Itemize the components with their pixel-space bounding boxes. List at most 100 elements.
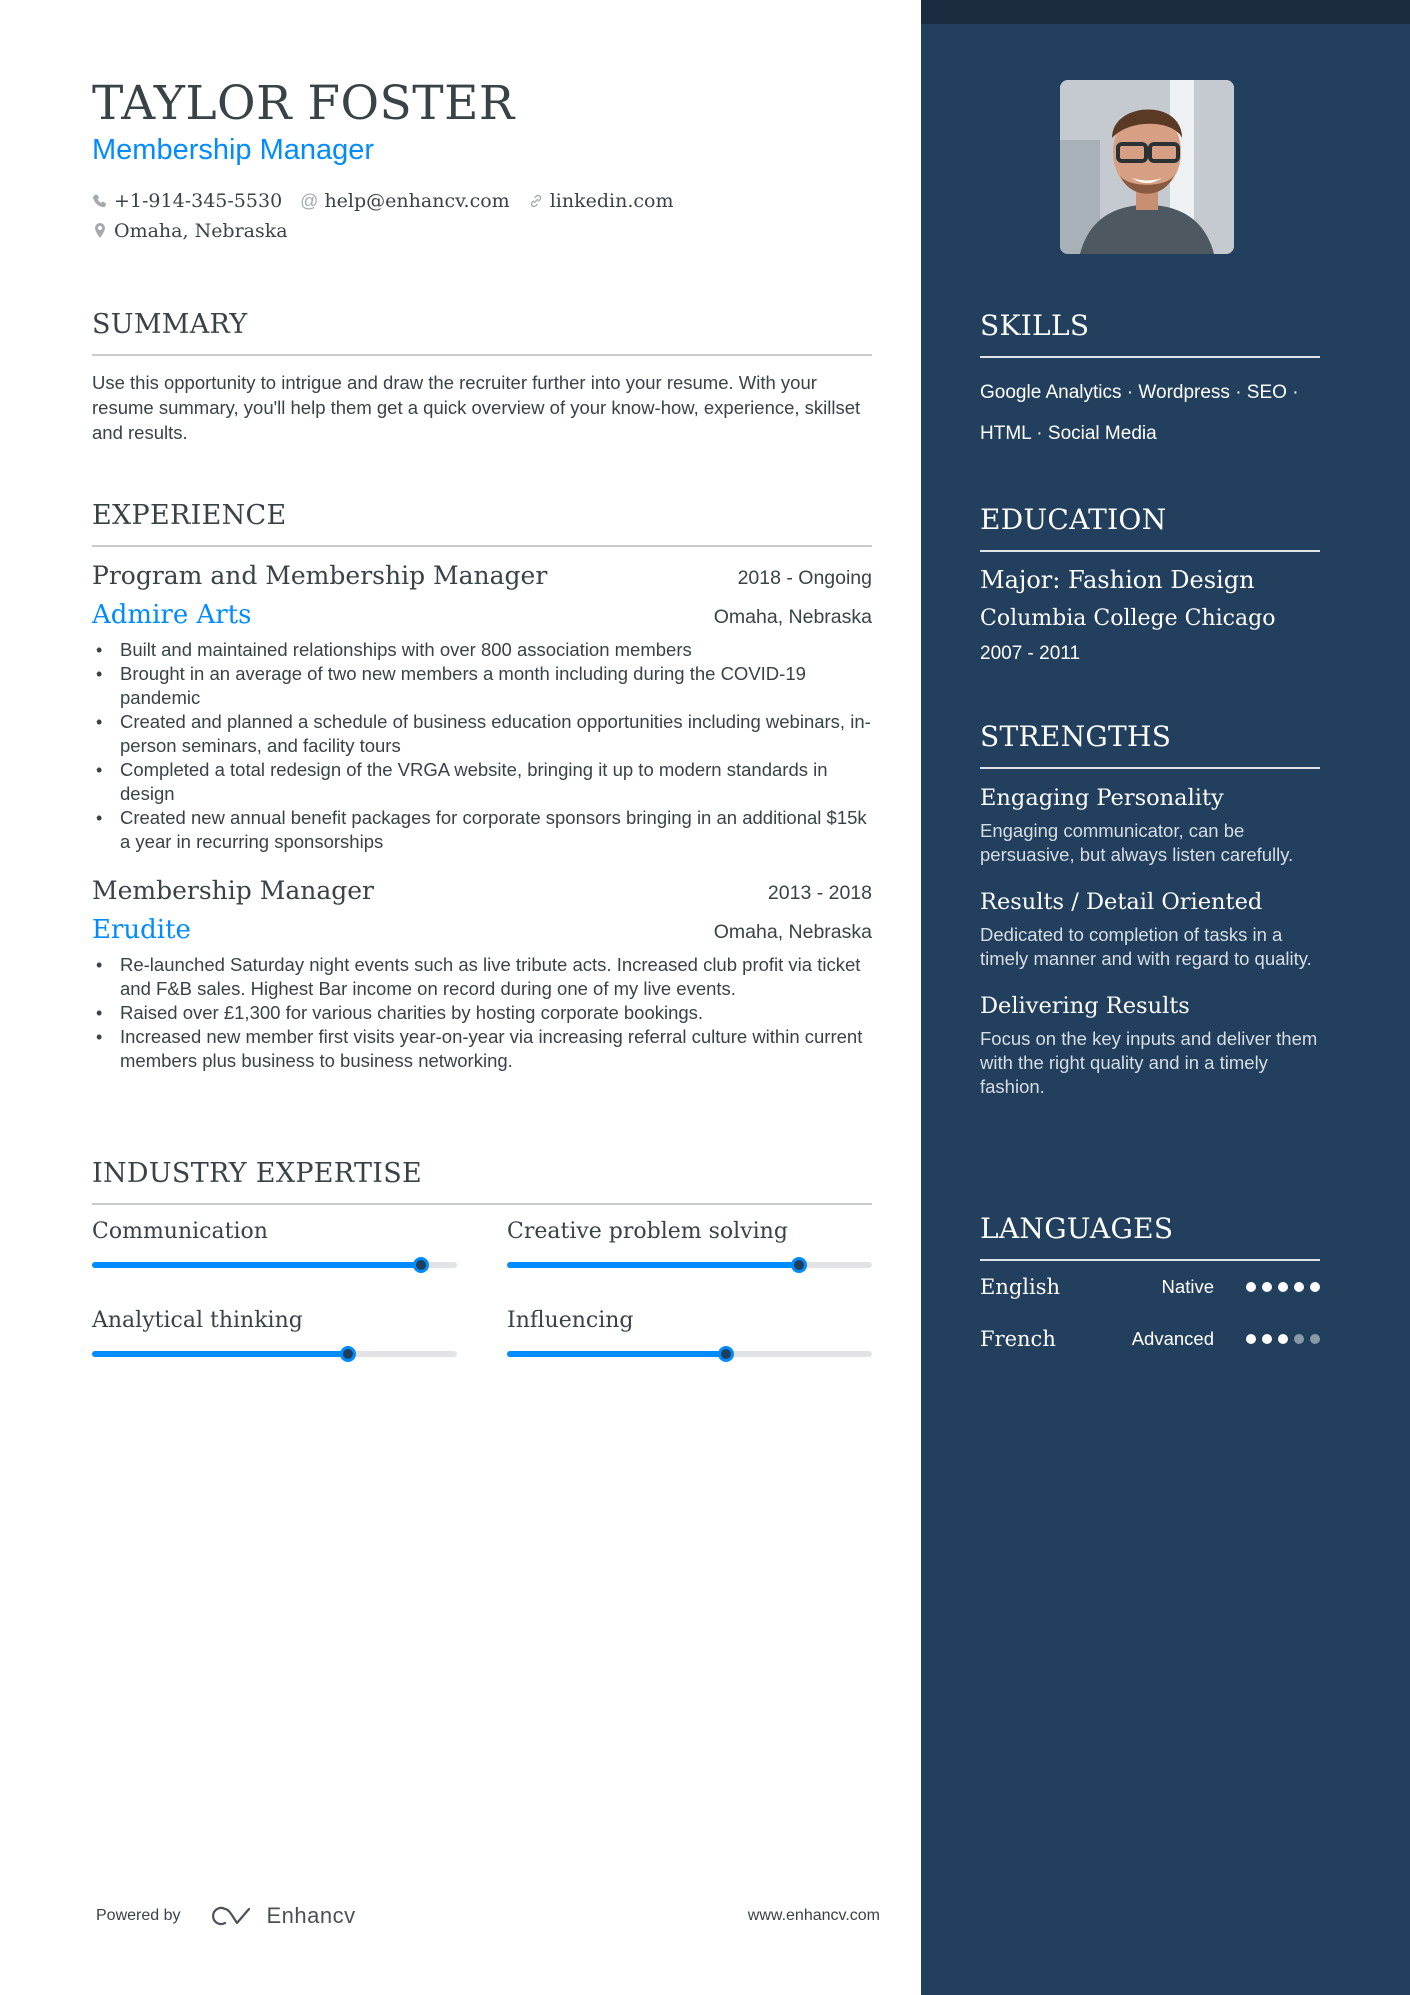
proficiency-dot-filled bbox=[1294, 1282, 1304, 1292]
powered-by-label: Powered by bbox=[96, 1907, 181, 1924]
location-text: Omaha, Nebraska bbox=[114, 220, 288, 242]
strength-desc: Focus on the key inputs and deliver them… bbox=[980, 1028, 1318, 1097]
slider-fill bbox=[92, 1351, 348, 1357]
expertise-item: Creative problem solving bbox=[507, 1219, 872, 1273]
strength-desc: Engaging communicator, can be persuasive… bbox=[980, 820, 1294, 865]
expertise-label: Analytical thinking bbox=[92, 1308, 303, 1333]
strengths-section: STRENGTHS Engaging Personality Engaging … bbox=[980, 720, 1320, 1099]
brand-name: Enhancv bbox=[266, 1903, 356, 1928]
expertise-slider bbox=[507, 1346, 872, 1362]
job-bullets: Built and maintained relationships with … bbox=[92, 638, 872, 854]
strength-item: Results / Detail Oriented Dedicated to c… bbox=[980, 889, 1320, 971]
slider-knob bbox=[412, 1257, 429, 1273]
strength-title: Engaging Personality bbox=[980, 785, 1224, 811]
slider-fill bbox=[92, 1262, 421, 1268]
languages-section: LANGUAGES English Native French Advanced bbox=[980, 1212, 1320, 1359]
email-text: help@enhancv.com bbox=[324, 190, 510, 212]
expertise-heading: INDUSTRY EXPERTISE bbox=[92, 1158, 872, 1205]
job-location: Omaha, Nebraska bbox=[713, 921, 872, 943]
skills-line: Google Analytics · Wordpress · SEO · bbox=[980, 382, 1299, 403]
experience-section: EXPERIENCE Program and Membership Manage… bbox=[92, 500, 872, 1073]
contact-phone[interactable]: +1-914-345-5530 bbox=[92, 190, 282, 212]
languages-heading: LANGUAGES bbox=[980, 1212, 1320, 1261]
enhancv-logo[interactable]: Enhancv bbox=[207, 1903, 356, 1929]
skills-line: HTML · Social Media bbox=[980, 423, 1157, 444]
summary-text: Use this opportunity to intrigue and dra… bbox=[92, 372, 861, 443]
contact-email[interactable]: @ help@enhancv.com bbox=[300, 190, 510, 212]
expertise-item: Communication bbox=[92, 1219, 457, 1273]
profile-photo bbox=[1060, 80, 1234, 254]
education-degree: Major: Fashion Design bbox=[980, 566, 1255, 594]
expertise-section: INDUSTRY EXPERTISE Communication Creativ… bbox=[92, 1158, 872, 1362]
strength-item: Delivering Results Focus on the key inpu… bbox=[980, 993, 1320, 1099]
website-link[interactable]: www.enhancv.com bbox=[748, 1907, 880, 1925]
avatar-portrait-icon bbox=[1060, 80, 1234, 254]
contact-info: +1-914-345-5530 @ help@enhancv.com linke… bbox=[92, 186, 673, 246]
expertise-slider bbox=[92, 1346, 457, 1362]
contact-location: Omaha, Nebraska bbox=[92, 220, 288, 242]
experience-heading: EXPERIENCE bbox=[92, 500, 872, 547]
phone-text: +1-914-345-5530 bbox=[114, 190, 283, 212]
language-item: English Native bbox=[980, 1267, 1320, 1307]
job-location: Omaha, Nebraska bbox=[713, 606, 872, 628]
proficiency-dot-filled bbox=[1278, 1282, 1288, 1292]
expertise-label: Communication bbox=[92, 1219, 268, 1244]
sidebar: SKILLS Google Analytics · Wordpress · SE… bbox=[921, 0, 1410, 1995]
expertise-label: Creative problem solving bbox=[507, 1219, 788, 1244]
candidate-title: Membership Manager bbox=[92, 134, 375, 166]
slider-knob bbox=[339, 1346, 356, 1362]
strengths-heading: STRENGTHS bbox=[980, 720, 1320, 769]
job-company: Erudite bbox=[92, 915, 191, 945]
candidate-name: TAYLOR FOSTER bbox=[92, 76, 515, 131]
sidebar-top-band bbox=[921, 0, 1410, 24]
phone-icon bbox=[93, 194, 107, 208]
language-item: French Advanced bbox=[980, 1319, 1320, 1359]
expertise-grid: Communication Creative problem solving A… bbox=[92, 1219, 872, 1362]
slider-fill bbox=[507, 1262, 799, 1268]
job-entry: Program and Membership Manager 2018 - On… bbox=[92, 561, 872, 854]
bullet: Built and maintained relationships with … bbox=[92, 638, 872, 662]
contact-link[interactable]: linkedin.com bbox=[528, 190, 674, 212]
proficiency-dot-filled bbox=[1278, 1334, 1288, 1344]
skills-heading: SKILLS bbox=[980, 309, 1320, 358]
strength-title: Delivering Results bbox=[980, 993, 1190, 1019]
bullet: Re-launched Saturday night events such a… bbox=[92, 953, 872, 1001]
summary-heading: SUMMARY bbox=[92, 309, 872, 356]
bullet: Completed a total redesign of the VRGA w… bbox=[92, 758, 872, 806]
expertise-item: Analytical thinking bbox=[92, 1308, 457, 1362]
skills-list: Google Analytics · Wordpress · SEO · HTM… bbox=[980, 372, 1320, 454]
job-bullets: Re-launched Saturday night events such a… bbox=[92, 953, 872, 1073]
expertise-item: Influencing bbox=[507, 1308, 872, 1362]
job-dates: 2018 - Ongoing bbox=[737, 567, 872, 589]
proficiency-dot-filled bbox=[1262, 1282, 1272, 1292]
summary-section: SUMMARY Use this opportunity to intrigue… bbox=[92, 309, 872, 445]
strength-title: Results / Detail Oriented bbox=[980, 889, 1263, 915]
slider-fill bbox=[507, 1351, 726, 1357]
proficiency-dot-empty bbox=[1310, 1334, 1320, 1344]
job-role: Membership Manager bbox=[92, 876, 374, 905]
job-role: Program and Membership Manager bbox=[92, 561, 548, 590]
language-dots bbox=[1246, 1334, 1320, 1344]
language-dots bbox=[1246, 1282, 1320, 1292]
proficiency-dot-filled bbox=[1262, 1334, 1272, 1344]
education-section: EDUCATION Major: Fashion Design Columbia… bbox=[980, 503, 1320, 665]
education-school: Columbia College Chicago bbox=[980, 606, 1276, 631]
skills-section: SKILLS Google Analytics · Wordpress · SE… bbox=[980, 309, 1320, 454]
enhancv-logo-icon bbox=[211, 1906, 250, 1926]
expertise-slider bbox=[507, 1257, 872, 1273]
bullet: Increased new member first visits year-o… bbox=[92, 1025, 872, 1073]
job-dates: 2013 - 2018 bbox=[767, 882, 872, 904]
strength-item: Engaging Personality Engaging communicat… bbox=[980, 785, 1320, 867]
link-text: linkedin.com bbox=[549, 190, 674, 212]
strength-desc: Dedicated to completion of tasks in a ti… bbox=[980, 924, 1312, 969]
job-entry: Membership Manager 2013 - 2018 Erudite O… bbox=[92, 876, 872, 1073]
expertise-slider bbox=[92, 1257, 457, 1273]
main-column: TAYLOR FOSTER Membership Manager +1-914-… bbox=[92, 0, 880, 1995]
bullet: Created and planned a schedule of busine… bbox=[92, 710, 872, 758]
language-level: Advanced bbox=[1131, 1328, 1214, 1349]
slider-knob bbox=[791, 1257, 807, 1273]
location-pin-icon bbox=[95, 223, 105, 238]
language-level: Native bbox=[1161, 1276, 1214, 1297]
proficiency-dot-filled bbox=[1246, 1334, 1256, 1344]
footer: Powered by Enhancv www.enhancv.com bbox=[96, 1903, 880, 1929]
